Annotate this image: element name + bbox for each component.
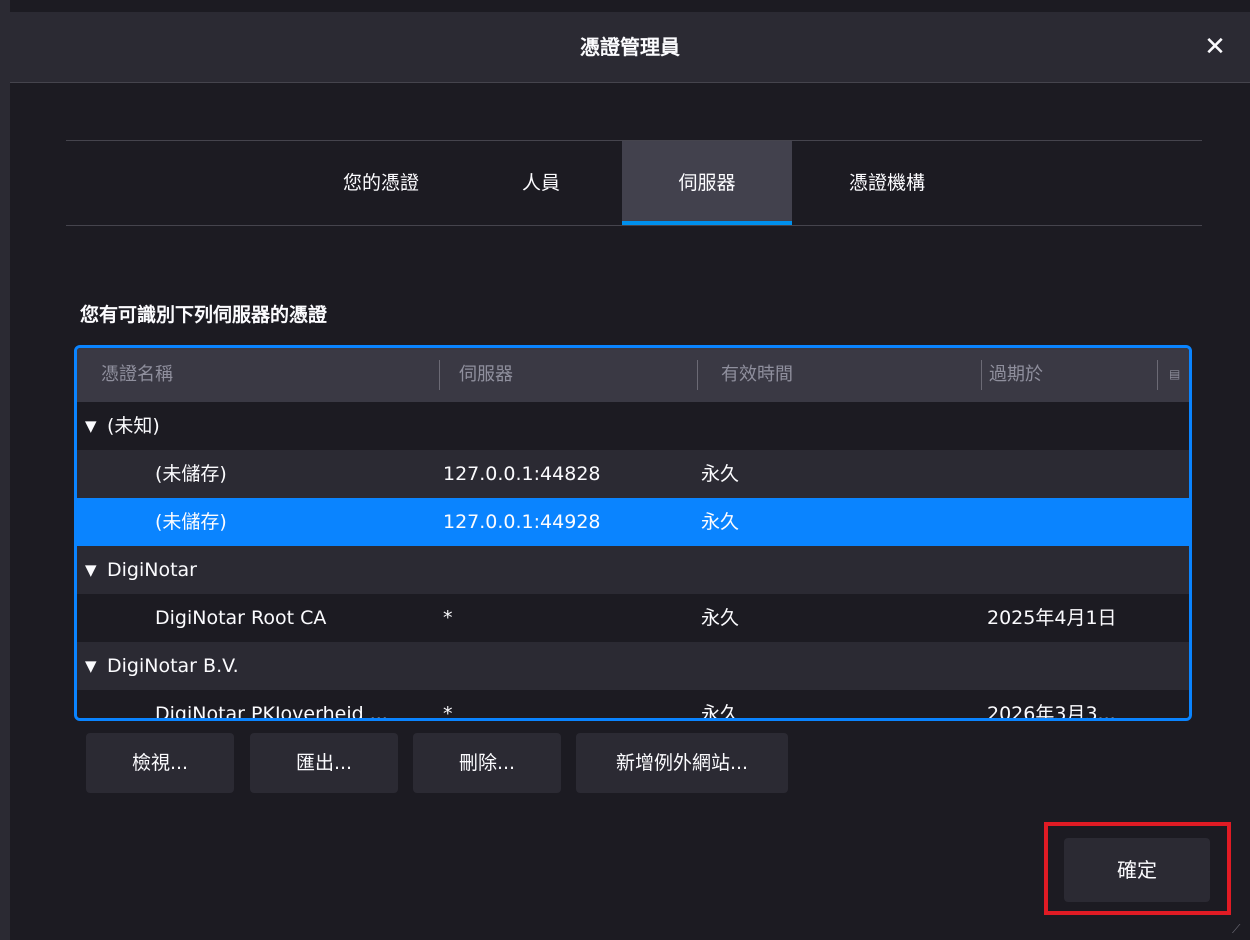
annotation-highlight-box [1044, 822, 1231, 915]
column-header-lifetime[interactable]: 有效時間 [721, 348, 793, 402]
export-button[interactable]: 匯出... [250, 733, 398, 793]
servers-description: 您有可識別下列伺服器的憑證 [80, 304, 328, 326]
cell-server: * [443, 607, 453, 629]
cell-lifetime: 永久 [701, 703, 740, 721]
chevron-down-icon[interactable]: ▼ [85, 402, 97, 450]
cell-expires: 2025年4月1日 [987, 607, 1117, 629]
cell-cert-name: DigiNotar PKIoverheid ... [155, 703, 388, 721]
group-name: DigiNotar B.V. [107, 655, 239, 677]
dialog-title: 憑證管理員 [580, 35, 680, 59]
table-row[interactable]: DigiNotar Root CA * 永久 2025年4月1日 [77, 594, 1189, 642]
column-header-server[interactable]: 伺服器 [459, 348, 513, 402]
column-separator[interactable] [981, 360, 982, 390]
table-row[interactable]: (未儲存) 127.0.0.1:44828 永久 [77, 450, 1189, 498]
cell-lifetime: 永久 [701, 463, 740, 485]
tab-people[interactable]: 人員 [486, 141, 596, 225]
table-row-group[interactable]: ▼ DigiNotar [77, 546, 1189, 594]
column-header-expires[interactable]: 過期於 [989, 348, 1043, 402]
column-picker-icon[interactable]: ▤ [1169, 366, 1185, 382]
group-name: (未知) [107, 415, 160, 437]
cell-cert-name: DigiNotar Root CA [155, 607, 327, 629]
add-exception-button[interactable]: 新增例外網站... [576, 733, 788, 793]
view-button[interactable]: 檢視... [86, 733, 234, 793]
column-separator [1157, 360, 1158, 390]
resize-grip-icon[interactable]: ⟋ [1232, 922, 1246, 936]
dialog-titlebar: 憑證管理員 ✕ [10, 12, 1250, 83]
cell-expires: 2026年3月3... [987, 703, 1116, 721]
window-edge [0, 0, 10, 940]
tab-servers[interactable]: 伺服器 [622, 141, 792, 225]
group-name: DigiNotar [107, 559, 197, 581]
table-row-group[interactable]: ▼ (未知) [77, 402, 1189, 450]
table-row-selected[interactable]: (未儲存) 127.0.0.1:44928 永久 [77, 498, 1189, 546]
column-separator[interactable] [697, 360, 698, 390]
table-header: 憑證名稱 伺服器 有效時間 過期於 ▤ [77, 348, 1189, 402]
tab-authorities[interactable]: 憑證機構 [822, 141, 952, 225]
chevron-down-icon[interactable]: ▼ [85, 546, 97, 594]
cell-cert-name: (未儲存) [155, 463, 227, 485]
table-row[interactable]: DigiNotar PKIoverheid ... * 永久 2026年3月3.… [77, 690, 1189, 721]
cell-server: 127.0.0.1:44928 [443, 511, 601, 533]
cell-cert-name: (未儲存) [155, 511, 227, 533]
chevron-down-icon[interactable]: ▼ [85, 642, 97, 690]
cell-lifetime: 永久 [701, 607, 740, 629]
column-separator[interactable] [439, 360, 440, 390]
server-certificates-tree[interactable]: 憑證名稱 伺服器 有效時間 過期於 ▤ ▼ (未知) (未儲存) 127.0.0… [74, 345, 1192, 721]
column-header-cert-name[interactable]: 憑證名稱 [101, 348, 173, 402]
delete-button[interactable]: 刪除... [413, 733, 561, 793]
cell-server: 127.0.0.1:44828 [443, 463, 601, 485]
cell-server: * [443, 703, 453, 721]
tab-bar: 您的憑證 人員 伺服器 憑證機構 [66, 140, 1202, 226]
table-row-group[interactable]: ▼ DigiNotar B.V. [77, 642, 1189, 690]
cell-lifetime: 永久 [701, 511, 740, 533]
tab-your-certificates[interactable]: 您的憑證 [316, 141, 446, 225]
close-icon[interactable]: ✕ [1198, 30, 1232, 64]
